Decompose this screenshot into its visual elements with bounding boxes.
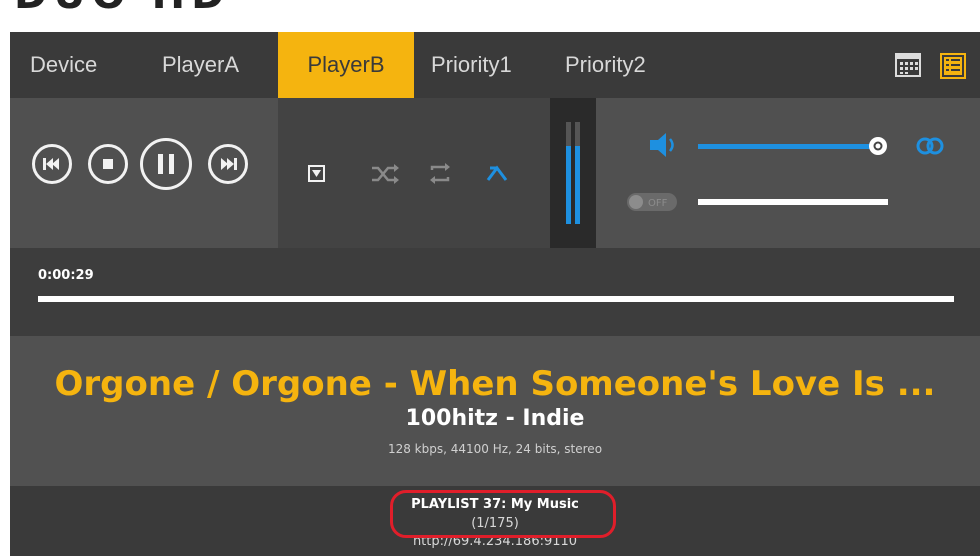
control-panel: OFF xyxy=(10,98,980,248)
repeat-icon[interactable] xyxy=(430,163,450,184)
tab-priority2[interactable]: Priority2 xyxy=(565,32,646,98)
left-margin xyxy=(0,32,10,556)
track-info: Orgone / Orgone - When Someone's Love Is… xyxy=(10,336,980,486)
playlist-section: PLAYLIST 37: My Music (1/175) http://69.… xyxy=(10,486,980,556)
volume-slider-handle[interactable] xyxy=(869,137,887,155)
level-meter xyxy=(550,98,596,248)
next-icon xyxy=(221,158,237,170)
tab-device[interactable]: Device xyxy=(30,32,97,98)
pause-icon xyxy=(158,154,174,174)
tab-bar: Device PlayerA PlayerB Priority1 Priorit… xyxy=(10,32,980,98)
progress-bar[interactable] xyxy=(38,296,954,302)
cut-off-title: DUO HD xyxy=(14,0,230,18)
previous-button[interactable] xyxy=(32,144,72,184)
station-name: 100hitz - Indie xyxy=(405,406,585,431)
tab-player-b[interactable]: PlayerB xyxy=(278,32,414,98)
calendar-icon[interactable] xyxy=(895,53,921,77)
elapsed-time: 0:00:29 xyxy=(38,268,94,283)
next-button[interactable] xyxy=(208,144,248,184)
shuffle-icon[interactable] xyxy=(372,164,399,184)
highlight-ring xyxy=(390,490,616,538)
secondary-slider[interactable] xyxy=(698,199,888,205)
volume-controls: OFF xyxy=(627,133,944,211)
tab-icons xyxy=(894,50,972,80)
meter-level-left xyxy=(566,146,571,224)
progress-section: 0:00:29 xyxy=(10,248,980,336)
tab-priority1[interactable]: Priority1 xyxy=(431,32,512,98)
stop-icon xyxy=(103,159,113,169)
link-rings-icon[interactable] xyxy=(916,137,944,155)
crossfade-icon[interactable] xyxy=(486,165,508,181)
dropdown-icon[interactable] xyxy=(308,165,325,182)
meter-level-right xyxy=(575,146,580,224)
previous-icon xyxy=(43,158,59,170)
off-toggle[interactable]: OFF xyxy=(627,193,677,211)
tab-player-a[interactable]: PlayerA xyxy=(162,32,239,98)
stream-specs: 128 kbps, 44100 Hz, 24 bits, stereo xyxy=(387,442,603,456)
list-icon[interactable] xyxy=(940,53,966,79)
toggle-label: OFF xyxy=(648,198,668,209)
mode-panel xyxy=(278,98,550,248)
speaker-icon[interactable] xyxy=(650,133,674,157)
pause-button[interactable] xyxy=(140,138,192,190)
top-strip: DUO HD xyxy=(0,0,980,32)
track-title: Orgone / Orgone - When Someone's Love Is… xyxy=(54,364,936,404)
stop-button[interactable] xyxy=(88,144,128,184)
volume-slider-track[interactable] xyxy=(698,144,878,149)
